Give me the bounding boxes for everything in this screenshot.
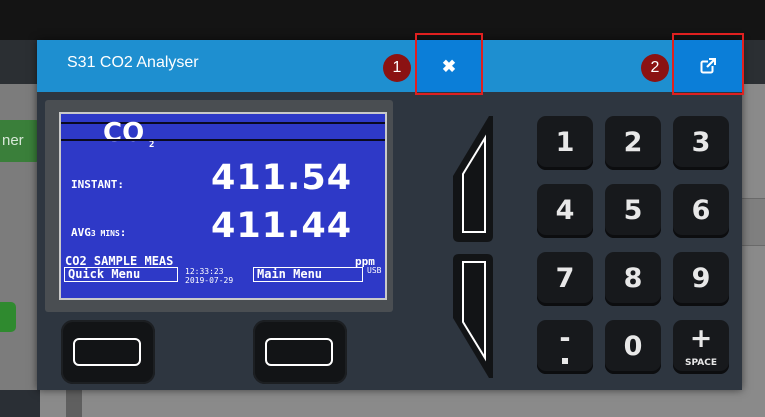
lcd-display: CO 2 INSTANT: 411.54 AVG3 MINS: 411.44 C… [59,112,387,300]
lcd-datetime: 12:33:23 2019-07-29 [185,267,233,285]
soft-key-left[interactable] [61,320,155,384]
up-arrow-key[interactable] [453,116,493,242]
instant-label: INSTANT: [71,178,124,191]
soft-key-left-outline [73,338,141,366]
annotation-frame-popout [672,33,744,95]
measurement-label: CO2 SAMPLE MEAS [65,254,174,268]
key-4[interactable]: 4 [537,184,593,238]
key-plus-space[interactable]: + SPACE [673,320,729,374]
usb-indicator: USB [367,266,382,275]
key-minus[interactable]: - [537,320,593,374]
background-footer-block [0,390,40,417]
avg-value: 411.44 [211,206,353,246]
background-green-button: ner [0,120,40,162]
key-6[interactable]: 6 [673,184,729,238]
background-status-indicator [0,302,16,332]
avg-label: AVG3 MINS: [71,226,126,239]
avg-minutes: 3 MINS [90,229,120,238]
annotation-marker-1: 1 [383,54,411,82]
key-1[interactable]: 1 [537,116,593,170]
key-7[interactable]: 7 [537,252,593,306]
down-arrow-key[interactable] [453,254,493,378]
soft-key-right[interactable] [253,320,347,384]
annotation-frame-close [415,33,483,95]
analyser-dialog: S31 CO2 Analyser ✖ CO 2 INSTANT: 411.54 … [37,40,742,390]
lcd-time: 12:33:23 [185,267,224,276]
app-topbar [0,0,765,40]
annotation-marker-2: 2 [641,54,669,82]
dialog-title: S31 CO2 Analyser [67,54,199,71]
key-9[interactable]: 9 [673,252,729,306]
key-2[interactable]: 2 [605,116,661,170]
instant-value: 411.54 [211,158,353,198]
lcd-gas-name: CO [103,118,145,148]
quick-menu-softlabel: Quick Menu [64,267,178,282]
lcd-gas-subscript: 2 [149,140,155,150]
key-3[interactable]: 3 [673,116,729,170]
arrow-keys [453,116,493,378]
lcd-divider [61,139,385,141]
main-menu-softlabel: Main Menu [253,267,363,282]
key-8[interactable]: 8 [605,252,661,306]
key-0[interactable]: 0 [605,320,661,374]
lcd-date: 2019-07-29 [185,276,234,285]
avg-colon: : [119,226,127,239]
background-scroll-rail [66,390,82,417]
key-decimal-dot [562,358,568,364]
soft-key-right-outline [265,338,333,366]
key-5[interactable]: 5 [605,184,661,238]
key-space-label: SPACE [685,358,717,368]
avg-label-text: AVG [71,226,91,239]
